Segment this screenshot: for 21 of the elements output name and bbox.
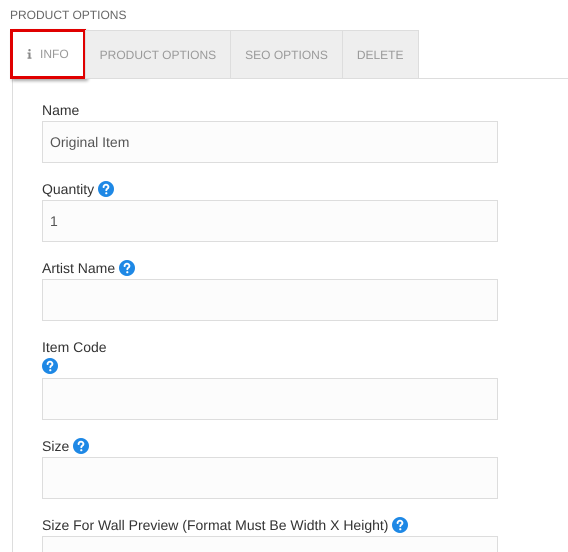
tab[interactable]: DELETE [342,30,419,79]
help-icon[interactable] [392,517,408,533]
field-label: Size [42,436,70,456]
text-field[interactable] [42,279,498,321]
tab[interactable]: PRODUCT OPTIONS [84,30,232,79]
field-label: Size For Wall Preview (Format Must Be Width X Height) [42,516,388,535]
tab[interactable]: INFO [10,29,86,79]
help-icon[interactable] [73,438,90,454]
text-field[interactable] [42,378,498,420]
help-icon[interactable] [42,358,58,374]
field-label: Artist Name [42,258,116,278]
section-heading: PRODUCT OPTIONS [9,7,128,24]
field-label: Quantity [42,180,94,199]
help-icon[interactable] [119,260,136,276]
text-field[interactable] [42,457,498,499]
tab[interactable]: SEO OPTIONS [230,30,343,79]
help-icon[interactable] [98,181,114,197]
field-label: Item Code [42,338,107,356]
field-label: Name [42,100,80,120]
text-field[interactable]: 1 [42,200,498,242]
text-field[interactable]: Original Item [42,121,498,163]
